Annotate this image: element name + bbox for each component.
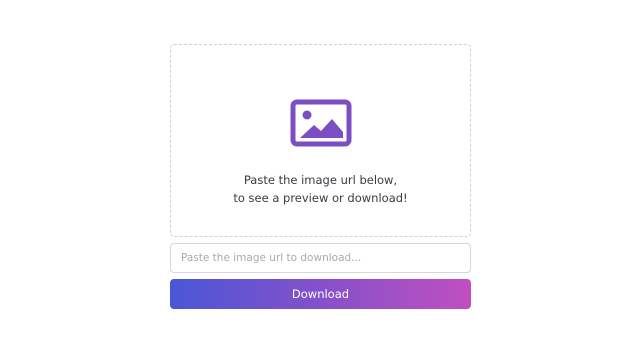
preview-instructions: Paste the image url below, to see a prev…	[233, 171, 407, 207]
download-button[interactable]: Download	[170, 279, 471, 309]
image-preview-area: Paste the image url below, to see a prev…	[170, 44, 471, 237]
image-icon	[290, 99, 352, 147]
image-downloader-card: Paste the image url below, to see a prev…	[170, 44, 471, 309]
preview-instructions-line1: Paste the image url below,	[243, 173, 398, 187]
preview-instructions-line2: to see a preview or download!	[233, 191, 408, 205]
image-url-input[interactable]	[170, 243, 471, 273]
